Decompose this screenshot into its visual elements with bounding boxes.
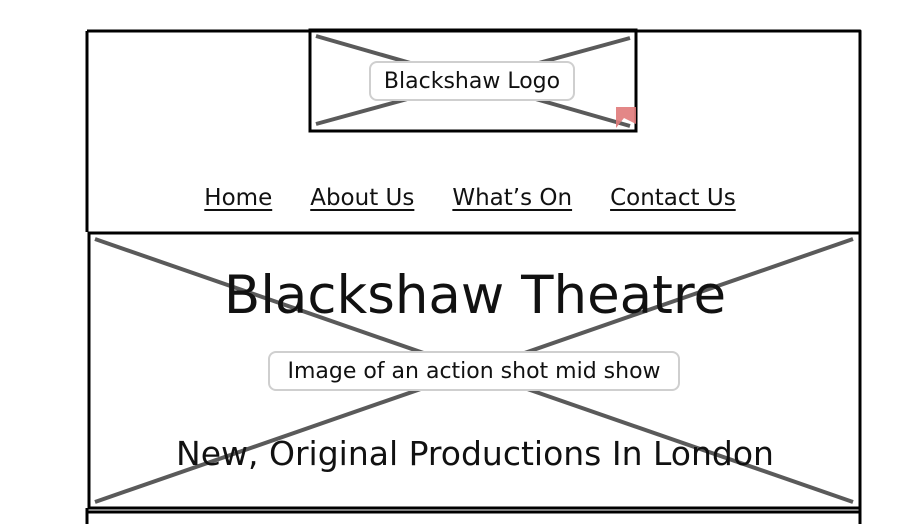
hero-image-label: Image of an action shot mid show <box>268 351 680 391</box>
hero-tagline: New, Original Productions In London <box>176 434 774 473</box>
nav-link-home[interactable]: Home <box>204 185 272 211</box>
page-frame-bottom <box>85 508 862 524</box>
logo-label: Blackshaw Logo <box>369 61 575 101</box>
nav-link-whats-on[interactable]: What’s On <box>452 185 572 211</box>
nav-link-contact-us[interactable]: Contact Us <box>610 185 736 211</box>
page-title: Blackshaw Theatre <box>223 265 727 326</box>
nav-link-about-us[interactable]: About Us <box>310 185 414 211</box>
main-nav: Home About Us What’s On Contact Us <box>160 178 780 218</box>
